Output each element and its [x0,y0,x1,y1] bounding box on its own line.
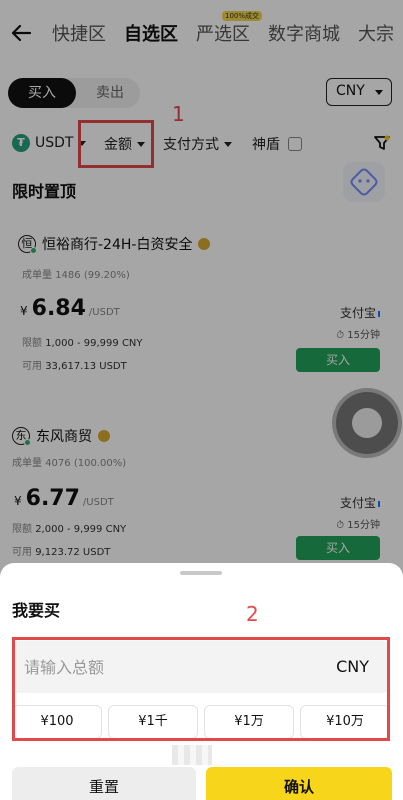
sheet-drag-handle[interactable] [180,571,222,575]
sheet-title: 我要买 [12,601,61,620]
reset-button[interactable]: 重置 [12,767,196,800]
confirm-button[interactable]: 确认 [206,767,392,800]
annotation-label-2: 2 [246,602,259,626]
annotation-box-2 [12,637,390,741]
blurred-content [172,745,212,765]
